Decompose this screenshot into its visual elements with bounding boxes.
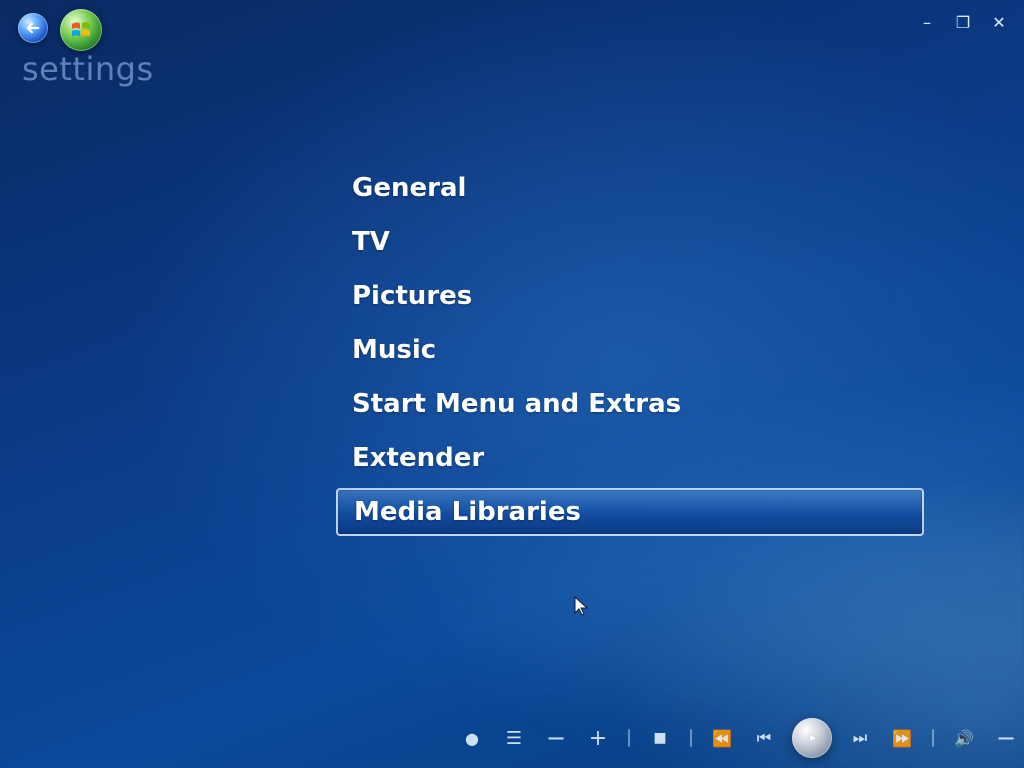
back-arrow-icon (26, 22, 40, 34)
menu-item-start-menu-and-extras[interactable]: Start Menu and Extras (336, 380, 924, 428)
separator (628, 729, 630, 747)
page-title: settings (22, 50, 154, 88)
guide-button[interactable]: ☰ (500, 724, 528, 752)
volume-down-button[interactable]: − (992, 724, 1020, 752)
mouse-pointer-icon (574, 596, 588, 616)
next-button[interactable]: ⏭ (846, 724, 874, 752)
play-icon (809, 733, 818, 743)
menu-item-general[interactable]: General (336, 164, 924, 212)
window-controls: – ❐ ✕ (918, 14, 1008, 32)
settings-menu: General TV Pictures Music Start Menu and… (336, 164, 924, 542)
back-button[interactable] (18, 13, 48, 43)
play-button[interactable] (792, 718, 832, 758)
menu-item-music[interactable]: Music (336, 326, 924, 374)
minimize-button[interactable]: – (918, 14, 936, 32)
record-button[interactable]: ● (458, 724, 486, 752)
channel-down-button[interactable]: − (542, 724, 570, 752)
restore-button[interactable]: ❐ (954, 14, 972, 32)
volume-button[interactable]: 🔊 (950, 724, 978, 752)
fast-forward-button[interactable]: ⏩ (888, 724, 916, 752)
rewind-button[interactable]: ⏪ (708, 724, 736, 752)
close-button[interactable]: ✕ (990, 14, 1008, 32)
windows-start-orb-icon (72, 22, 90, 37)
stop-button[interactable]: ■ (646, 724, 674, 752)
separator (690, 729, 692, 747)
channel-up-button[interactable]: + (584, 724, 612, 752)
transport-controls: ● ☰ − + ■ ⏪ ⏮ ⏭ ⏩ 🔊 − + (458, 714, 1024, 762)
start-button[interactable] (60, 9, 102, 51)
menu-item-pictures[interactable]: Pictures (336, 272, 924, 320)
menu-item-tv[interactable]: TV (336, 218, 924, 266)
menu-item-media-libraries[interactable]: Media Libraries (336, 488, 924, 536)
menu-item-extender[interactable]: Extender (336, 434, 924, 482)
previous-button[interactable]: ⏮ (750, 724, 778, 752)
separator (932, 729, 934, 747)
